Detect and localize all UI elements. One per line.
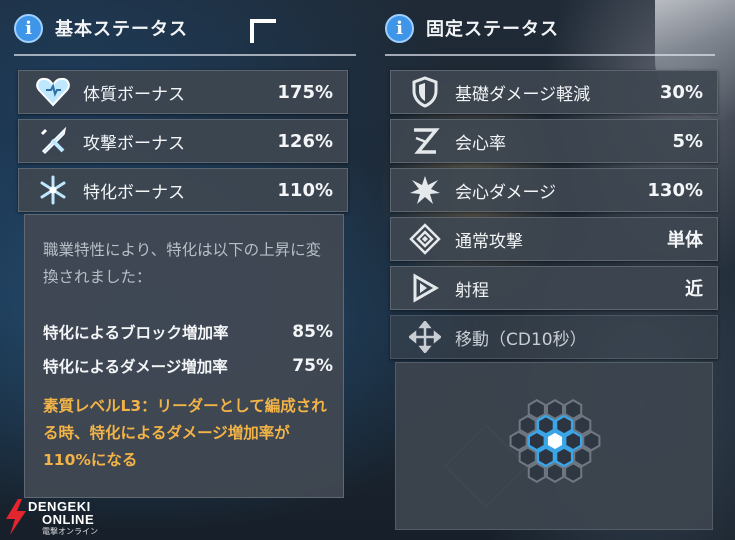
hex-cell [545,462,565,483]
lightning-logo-icon [6,499,26,535]
hex-cell [573,446,592,468]
hex-cell [518,414,537,436]
stat-row-critical-damage[interactable]: 会心ダメージ 130% [390,168,718,212]
hex-cell [564,462,583,483]
stat-value: 近 [685,279,703,300]
crossed-swords-icon [35,125,71,157]
specialization-tooltip-panel: 職業特性により、特化は以下の上昇に変換されました： 特化によるブロック増加率 8… [24,214,344,498]
stat-value: 175% [277,81,333,103]
basic-status-header: i 基本ステータス [14,8,188,48]
stat-label: 体質ボーナス [83,84,185,105]
attack-pattern-icon [407,223,443,255]
stat-label: 攻撃ボーナス [83,133,185,154]
hex-cell [554,446,574,468]
stat-row-attack-bonus[interactable]: 攻撃ボーナス 126% [18,119,348,163]
hex-cell [536,414,556,436]
hex-cell [536,446,556,468]
tooltip-item-label: 特化によるブロック増加率 [43,324,229,342]
stat-label: 通常攻撃 [455,231,523,252]
talent-note: 素質レベルL3：リーダーとして編成される時、特化によるダメージ増加率が110%に… [43,397,327,469]
dengeki-online-watermark: DENGEKI ONLINE 電撃オンライン [4,497,134,537]
stat-value: 130% [647,179,703,201]
stat-row-specialization-bonus[interactable]: 特化ボーナス 110% [18,168,348,212]
stat-label: 基礎ダメージ軽減 [455,84,591,105]
stat-label: 特化ボーナス [83,182,185,203]
hex-cell [564,399,583,420]
stat-value: 126% [277,130,333,152]
watermark-line3: 電撃オンライン [42,527,98,536]
hex-cell [573,414,592,436]
stat-label: 射程 [455,280,489,301]
basic-status-divider [14,54,356,56]
tooltip-item-value: 75% [292,356,333,376]
fixed-status-divider [385,54,715,56]
stat-row-range[interactable]: 射程 近 [390,266,718,310]
tooltip-item-label: 特化によるダメージ増加率 [43,358,228,376]
hex-cell [554,414,574,436]
hex-cell [527,462,546,483]
hex-cell [527,430,547,452]
info-icon[interactable]: i [14,13,43,43]
hex-cell [545,399,565,420]
move-arrows-icon [407,321,443,353]
tooltip-item-value: 85% [292,322,333,342]
info-icon[interactable]: i [385,13,414,43]
stat-row-normal-attack[interactable]: 通常攻撃 単体 [390,217,718,261]
stat-row-movement[interactable]: 移動（CD10秒） [390,315,718,359]
watermark-line2: ONLINE [42,512,95,527]
stat-value: 110% [277,179,333,201]
hex-cell [509,430,528,452]
stat-label: 移動（CD10秒） [455,329,587,350]
burst-icon [407,174,443,206]
stat-row-base-damage-reduction[interactable]: 基礎ダメージ軽減 30% [390,70,718,114]
corner-bracket-decoration [250,19,276,43]
tooltip-item-block-rate: 特化によるブロック増加率 85% [43,319,333,345]
hex-cell [518,446,537,468]
stat-label: 会心ダメージ [455,182,557,203]
hex-cell [563,430,583,452]
tooltip-item-damage-rate: 特化によるダメージ増加率 75% [43,353,333,379]
basic-status-title: 基本ステータス [55,19,188,40]
heart-icon [35,76,71,108]
movement-hex-grid [509,399,601,483]
stat-value: 5% [672,130,703,152]
stat-row-critical-rate[interactable]: 会心率 5% [390,119,718,163]
hex-cell [582,430,601,452]
crit-rate-icon [407,125,443,157]
shield-icon [407,76,443,108]
stat-value: 単体 [667,230,703,251]
hex-cell-center [545,430,565,452]
stat-label: 会心率 [455,133,506,154]
fixed-status-title: 固定ステータス [426,19,559,40]
stat-row-constitution-bonus[interactable]: 体質ボーナス 175% [18,70,348,114]
hex-cell [527,399,546,420]
stat-value: 30% [659,81,703,103]
tooltip-description: 職業特性により、特化は以下の上昇に変換されました： [43,241,322,286]
range-icon [407,272,443,304]
fixed-status-header: i 固定ステータス [385,8,559,48]
snowflake-icon [35,174,71,206]
